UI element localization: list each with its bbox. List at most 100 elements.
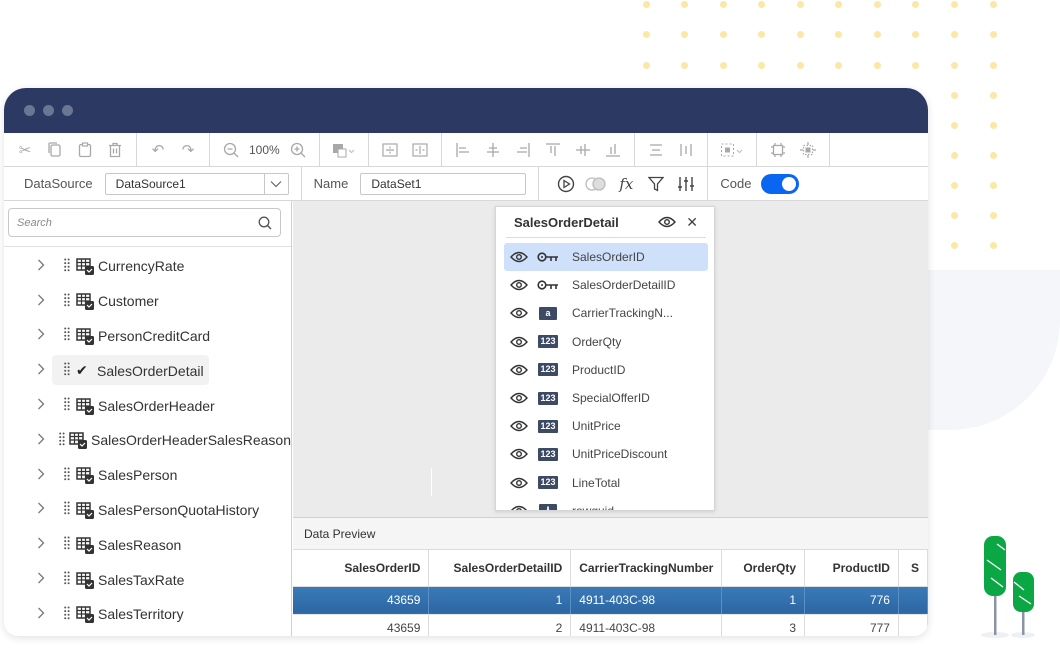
drag-handle-icon[interactable] — [64, 327, 72, 344]
field-item[interactable]: ⅄ rowguid — [504, 497, 708, 510]
column-header[interactable]: ProductID — [804, 550, 899, 587]
grid-cell[interactable]: 2 — [428, 614, 572, 636]
table-row[interactable]: 43659 2 4911-403C-98 3 777 — [293, 614, 928, 636]
chevron-right-icon[interactable] — [37, 259, 51, 274]
search-input[interactable]: Search — [8, 208, 281, 237]
drag-handle-icon[interactable] — [64, 258, 72, 275]
grid-cell[interactable]: 777 — [804, 614, 899, 636]
drag-handle-icon[interactable] — [64, 606, 72, 623]
field-item[interactable]: 123 ProductID — [504, 356, 708, 384]
table-item[interactable]: SalesOrderHeaderSalesReason — [4, 423, 291, 458]
copy-icon[interactable] — [40, 135, 70, 165]
zoom-out-icon[interactable] — [216, 135, 246, 165]
table-item[interactable]: Customer — [4, 284, 291, 319]
grid-cell[interactable]: 3 — [721, 614, 805, 636]
table-item[interactable]: ✔ SalesOrderDetail — [4, 353, 291, 388]
chevron-down-icon[interactable] — [263, 173, 288, 194]
column-header[interactable]: SalesOrderID — [293, 550, 430, 587]
table-item[interactable]: CurrencyRate — [4, 249, 291, 284]
drag-handle-icon[interactable] — [64, 501, 72, 518]
align-top-icon[interactable] — [538, 135, 568, 165]
size-to-fit-icon[interactable] — [763, 135, 793, 165]
zoom-in-icon[interactable] — [283, 135, 313, 165]
drag-handle-icon[interactable] — [59, 432, 65, 449]
drag-handle-icon[interactable] — [64, 571, 72, 588]
field-item[interactable]: 123 SpecialOfferID — [504, 384, 708, 412]
grid-cell[interactable]: 1 — [721, 586, 805, 615]
eye-icon[interactable] — [658, 216, 677, 228]
close-icon[interactable]: ✕ — [686, 214, 698, 231]
field-item[interactable]: 123 OrderQty — [504, 328, 708, 356]
column-header[interactable]: CarrierTrackingNumber — [570, 550, 723, 587]
chevron-right-icon[interactable] — [37, 502, 51, 517]
dataset-name-input[interactable]: DataSet1 — [360, 172, 527, 195]
expression-icon[interactable]: fx — [611, 169, 641, 199]
code-toggle[interactable] — [761, 173, 800, 194]
chevron-right-icon[interactable] — [37, 328, 51, 343]
drag-handle-icon[interactable] — [64, 293, 72, 310]
table-item[interactable]: PersonCreditCard — [4, 319, 291, 354]
split-vertical-icon[interactable] — [405, 135, 435, 165]
eye-icon[interactable] — [510, 477, 534, 489]
chevron-right-icon[interactable] — [37, 607, 51, 622]
window-dot-maximize[interactable] — [62, 105, 73, 116]
align-center-icon[interactable] — [478, 135, 508, 165]
distribute-vertical-icon[interactable] — [671, 135, 701, 165]
search-icon[interactable] — [258, 216, 272, 230]
chevron-right-icon[interactable] — [37, 468, 51, 483]
run-query-icon[interactable] — [551, 169, 581, 199]
field-item[interactable]: 123 LineTotal — [504, 469, 708, 497]
fill-color-icon[interactable] — [326, 135, 362, 165]
table-row[interactable]: 43659 1 4911-403C-98 1 776 — [293, 586, 928, 615]
eye-icon[interactable] — [510, 364, 534, 376]
column-header[interactable]: S — [898, 550, 928, 587]
datasource-dropdown[interactable]: DataSource1 — [104, 172, 289, 195]
align-left-icon[interactable] — [448, 135, 478, 165]
undo-icon[interactable]: ↶ — [143, 135, 173, 165]
eye-icon[interactable] — [510, 420, 534, 432]
column-header[interactable]: OrderQty — [721, 550, 805, 587]
grid-cell[interactable]: 4911-403C-98 — [570, 586, 723, 615]
chevron-right-icon[interactable] — [37, 433, 46, 448]
chevron-right-icon[interactable] — [37, 398, 51, 413]
eye-icon[interactable] — [510, 279, 534, 291]
chevron-right-icon[interactable] — [37, 294, 51, 309]
field-item[interactable]: a CarrierTrackingN... — [504, 299, 708, 327]
align-bottom-icon[interactable] — [598, 135, 628, 165]
drag-handle-icon[interactable] — [64, 362, 72, 379]
eye-icon[interactable] — [510, 448, 534, 460]
field-item[interactable]: SalesOrderDetailID — [504, 271, 708, 299]
drag-handle-icon[interactable] — [64, 397, 72, 414]
table-item[interactable]: SalesTaxRate — [4, 562, 291, 597]
cut-icon[interactable]: ✂ — [10, 135, 40, 165]
eye-icon[interactable] — [510, 336, 534, 348]
eye-icon[interactable] — [510, 307, 534, 319]
filter-icon[interactable] — [641, 169, 671, 199]
table-item[interactable]: SalesReason — [4, 527, 291, 562]
grid-cell[interactable]: 1 — [428, 586, 572, 615]
settings-sliders-icon[interactable] — [671, 169, 701, 199]
drag-handle-icon[interactable] — [64, 467, 72, 484]
grid-cell[interactable] — [898, 614, 928, 636]
paste-icon[interactable] — [70, 135, 100, 165]
grid-cell[interactable]: 43659 — [293, 586, 430, 615]
grid-cell[interactable]: 43659 — [293, 614, 430, 636]
field-item[interactable]: 123 UnitPriceDiscount — [504, 440, 708, 468]
join-icon[interactable] — [581, 169, 611, 199]
window-dot-close[interactable] — [24, 105, 35, 116]
field-item[interactable]: SalesOrderID — [504, 243, 708, 272]
selection-icon[interactable] — [714, 135, 750, 165]
chevron-right-icon[interactable] — [37, 537, 51, 552]
align-right-icon[interactable] — [508, 135, 538, 165]
chevron-right-icon[interactable] — [37, 363, 51, 378]
drag-handle-icon[interactable] — [64, 536, 72, 553]
table-item[interactable]: SalesOrderHeader — [4, 388, 291, 423]
grid-cell[interactable]: 776 — [804, 586, 899, 615]
delete-icon[interactable] — [100, 135, 130, 165]
grid-cell[interactable] — [898, 586, 928, 615]
field-item[interactable]: 123 UnitPrice — [504, 412, 708, 440]
eye-icon[interactable] — [510, 392, 534, 404]
align-middle-icon[interactable] — [568, 135, 598, 165]
column-header[interactable]: SalesOrderDetailID — [428, 550, 572, 587]
window-dot-minimize[interactable] — [43, 105, 54, 116]
